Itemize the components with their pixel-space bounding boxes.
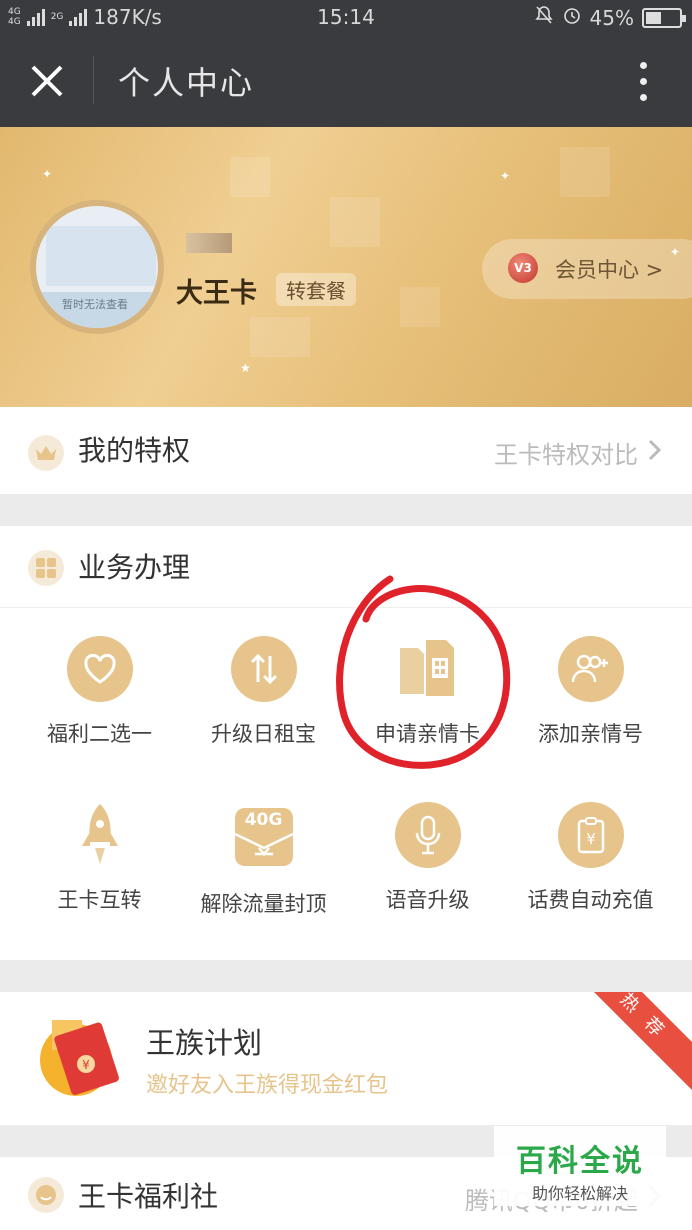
add-users-icon [557,636,624,702]
service-item-transfer[interactable]: 王卡互转 [13,802,186,914]
sparkle-icon: ✦ [500,169,511,183]
alarm-icon [562,5,582,30]
service-label: 申请亲情卡 [375,722,480,746]
services-title: 业务办理 [78,551,191,584]
data-badge: 40G [244,810,283,830]
blurred-nickname [186,233,232,253]
battery-percent: 45% [589,5,634,30]
service-item-auto-recharge[interactable]: ¥ 话费自动充值 [504,802,677,914]
microphone-icon [394,802,461,868]
decor-square [230,157,270,197]
service-label: 解除流量封顶 [200,892,327,916]
services-panel: 业务办理 福利二选一 升级日租宝 申请亲情卡 添加亲情号 王卡互转 40G 解除… [0,526,692,960]
service-item-unlock-data[interactable]: 40G 解除流量封顶 [177,802,350,918]
crown-icon [28,435,64,471]
close-icon[interactable] [28,62,66,100]
privilege-title: 我的特权 [78,434,191,467]
profile-header: ✦ ✦ ★ ✦ 暂时无法查看 大王卡 转套餐 V3 会员中心 > [0,127,692,407]
hot-ribbon: 热荐 [574,992,692,1094]
avatar[interactable]: 暂时无法查看 [30,200,164,334]
service-label: 添加亲情号 [538,722,643,746]
more-menu-icon[interactable] [638,62,648,102]
nav-divider [93,56,94,104]
red-packet-icon: ¥ [26,1006,126,1106]
watermark-title: 百科全说 [516,1144,644,1179]
welfare-club-title: 王卡福利社 [78,1180,219,1213]
sparkle-icon: ✦ [42,167,53,181]
mute-bell-icon [534,5,554,30]
service-label: 语音升级 [385,888,470,912]
change-plan-button[interactable]: 转套餐 [276,273,356,306]
watermark-subtitle: 助你轻松解决 [531,1184,628,1203]
wangzu-banner[interactable]: ¥ 王族计划 邀好友入王族得现金红包 热荐 [0,992,692,1125]
battery-icon [642,7,686,28]
member-center-label: 会员中心 > [555,258,664,282]
watermark: 百科全说 助你轻松解决 [494,1126,666,1206]
decor-square [400,287,440,327]
service-label: 王卡互转 [57,888,142,912]
svg-text:¥: ¥ [82,1058,90,1072]
data-40g-icon: 40G [229,802,299,872]
svg-text:¥: ¥ [586,830,596,848]
decor-square [250,317,310,357]
privilege-row[interactable]: 我的特权 王卡特权对比 [0,407,692,494]
member-center-button[interactable]: V3 会员中心 > [482,239,692,299]
privilege-compare-label: 王卡特权对比 [494,441,638,469]
chevron-right-icon [648,439,662,467]
smile-icon [28,1177,64,1213]
vip-level-badge: V3 [508,253,538,283]
recharge-icon: ¥ [557,802,624,868]
service-item-upgrade[interactable]: 升级日租宝 [177,636,350,748]
page-title: 个人中心 [118,64,255,102]
decor-square [560,147,610,197]
grid-icon [28,550,64,586]
privilege-compare-link[interactable]: 王卡特权对比 [494,435,662,470]
nav-bar: 个人中心 [0,34,692,127]
status-bar: 4G 4G 2G 187K/s 15:14 45% [0,0,692,34]
sparkle-icon: ★ [240,361,251,375]
wangzu-title: 王族计划 [146,1026,263,1060]
avatar-caption: 暂时无法查看 [62,298,128,311]
wangzu-subtitle: 邀好友入王族得现金红包 [146,1073,389,1098]
avatar-blur [46,226,156,286]
decor-square [330,197,380,247]
service-item-voice-upgrade[interactable]: 语音升级 [341,802,514,914]
service-label: 升级日租宝 [211,722,316,746]
divider [0,607,692,608]
sim-cards-icon [395,636,461,702]
rocket-icon [67,802,133,868]
heart-icon [66,636,133,702]
service-label: 福利二选一 [47,722,152,746]
username: 大王卡 [176,278,257,309]
service-item-family-card[interactable]: 申请亲情卡 [341,636,514,748]
service-item-welfare[interactable]: 福利二选一 [13,636,186,748]
swap-arrows-icon [230,636,297,702]
service-item-add-family[interactable]: 添加亲情号 [504,636,677,748]
service-label: 话费自动充值 [527,888,654,912]
